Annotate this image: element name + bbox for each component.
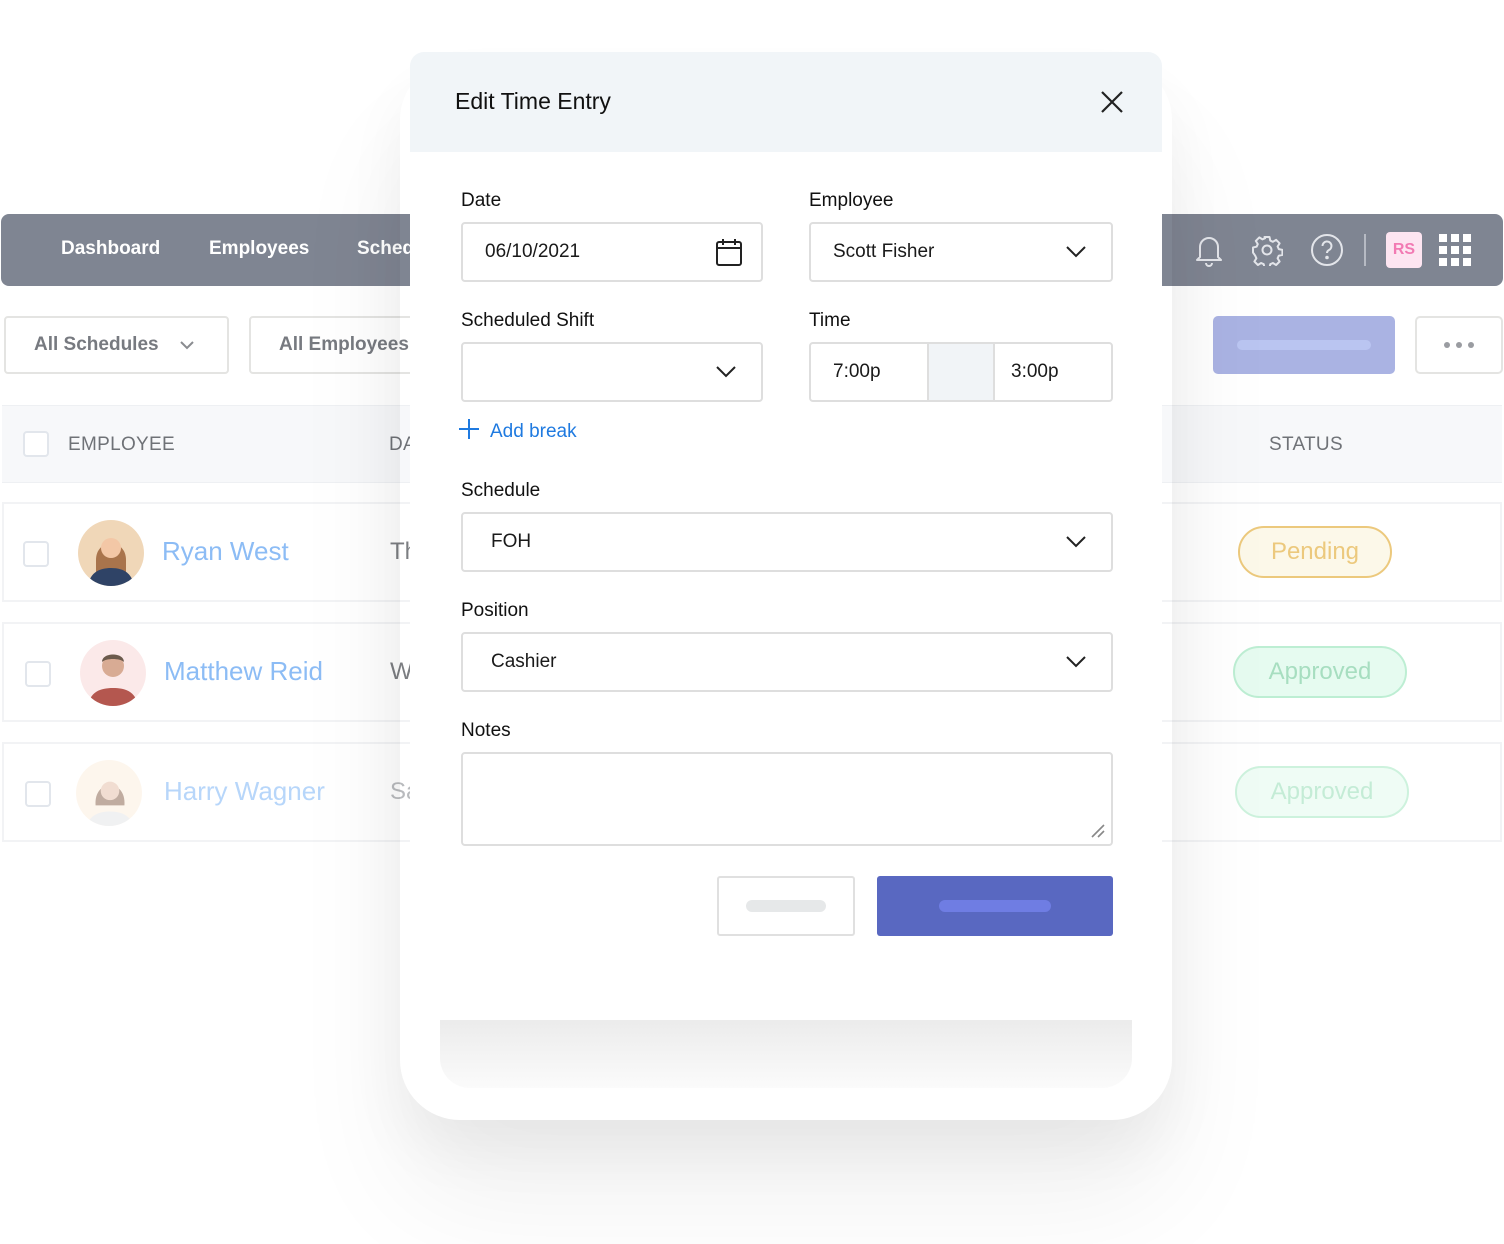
primary-action-button[interactable] <box>1213 316 1395 374</box>
chevron-down-icon <box>1065 535 1087 549</box>
more-dot-icon <box>1468 342 1474 348</box>
chevron-down-icon <box>715 365 737 379</box>
nav-link-employees[interactable]: Employees <box>209 238 309 260</box>
chevron-down-icon <box>179 334 195 356</box>
close-icon[interactable] <box>1098 88 1126 116</box>
time-range-field: 7:00p 3:00p <box>809 342 1113 402</box>
date-field[interactable]: 06/10/2021 <box>461 222 763 282</box>
resize-handle-icon[interactable] <box>1091 824 1105 838</box>
cancel-button[interactable] <box>717 876 855 936</box>
employee-label: Employee <box>809 190 894 211</box>
nav-divider <box>1364 234 1366 266</box>
add-break-button[interactable]: Add break <box>458 418 577 446</box>
apps-grid-icon[interactable] <box>1439 234 1471 266</box>
button-label-placeholder <box>1237 340 1371 350</box>
time-label: Time <box>809 310 851 331</box>
avatar <box>76 760 142 826</box>
position-select[interactable]: Cashier <box>461 632 1113 692</box>
avatar <box>80 640 146 706</box>
column-header-employee[interactable]: EMPLOYEE <box>68 434 175 456</box>
schedule-label: Schedule <box>461 480 541 501</box>
status-badge: Approved <box>1233 646 1407 698</box>
edit-time-entry-dialog: Edit Time Entry Date 06/10/2021 Employee… <box>410 52 1162 1020</box>
chevron-down-icon <box>1065 655 1087 669</box>
date-label: Date <box>461 190 502 211</box>
more-dot-icon <box>1456 342 1462 348</box>
modal-shadow-base <box>440 1018 1132 1088</box>
employee-name-link[interactable]: Matthew Reid <box>164 656 323 687</box>
nav-link-dashboard[interactable]: Dashboard <box>61 238 160 260</box>
employee-value: Scott Fisher <box>833 241 935 262</box>
time-separator <box>929 344 995 400</box>
plus-icon <box>458 418 480 446</box>
help-icon[interactable] <box>1309 232 1345 268</box>
select-all-checkbox[interactable] <box>23 431 49 457</box>
schedules-filter-label: All Schedules <box>34 334 159 355</box>
row-checkbox[interactable] <box>25 781 51 807</box>
dialog-title: Edit Time Entry <box>455 88 611 114</box>
row-checkbox[interactable] <box>23 541 49 567</box>
gear-icon[interactable] <box>1249 232 1285 268</box>
scheduled-shift-select[interactable] <box>461 342 763 402</box>
dialog-header: Edit Time Entry <box>410 52 1162 152</box>
employee-name-link[interactable]: Ryan West <box>162 536 289 567</box>
status-badge: Approved <box>1235 766 1409 818</box>
bell-icon[interactable] <box>1191 232 1227 268</box>
calendar-icon[interactable] <box>715 237 743 267</box>
start-time-input[interactable]: 7:00p <box>811 344 929 400</box>
more-options-button[interactable] <box>1415 316 1503 374</box>
add-break-label: Add break <box>490 421 577 442</box>
schedule-value: FOH <box>491 531 532 552</box>
user-avatar[interactable]: RS <box>1386 232 1422 268</box>
notes-label: Notes <box>461 720 511 741</box>
schedule-select[interactable]: FOH <box>461 512 1113 572</box>
avatar <box>78 520 144 586</box>
save-button[interactable] <box>877 876 1113 936</box>
chevron-down-icon <box>1065 245 1087 259</box>
employee-name-link[interactable]: Harry Wagner <box>164 776 325 807</box>
date-value: 06/10/2021 <box>485 241 581 262</box>
column-header-status[interactable]: STATUS <box>1269 434 1343 456</box>
schedules-filter-dropdown[interactable]: All Schedules <box>4 316 229 374</box>
position-label: Position <box>461 600 529 621</box>
position-value: Cashier <box>491 651 557 672</box>
row-checkbox[interactable] <box>25 661 51 687</box>
notes-textarea[interactable] <box>461 752 1113 846</box>
more-dot-icon <box>1444 342 1450 348</box>
employee-select[interactable]: Scott Fisher <box>809 222 1113 282</box>
employees-filter-label: All Employees <box>279 334 409 355</box>
status-badge: Pending <box>1238 526 1392 578</box>
end-time-input[interactable]: 3:00p <box>995 344 1111 400</box>
button-label-placeholder <box>746 900 826 912</box>
button-label-placeholder <box>939 900 1051 912</box>
scheduled-shift-label: Scheduled Shift <box>461 310 595 331</box>
